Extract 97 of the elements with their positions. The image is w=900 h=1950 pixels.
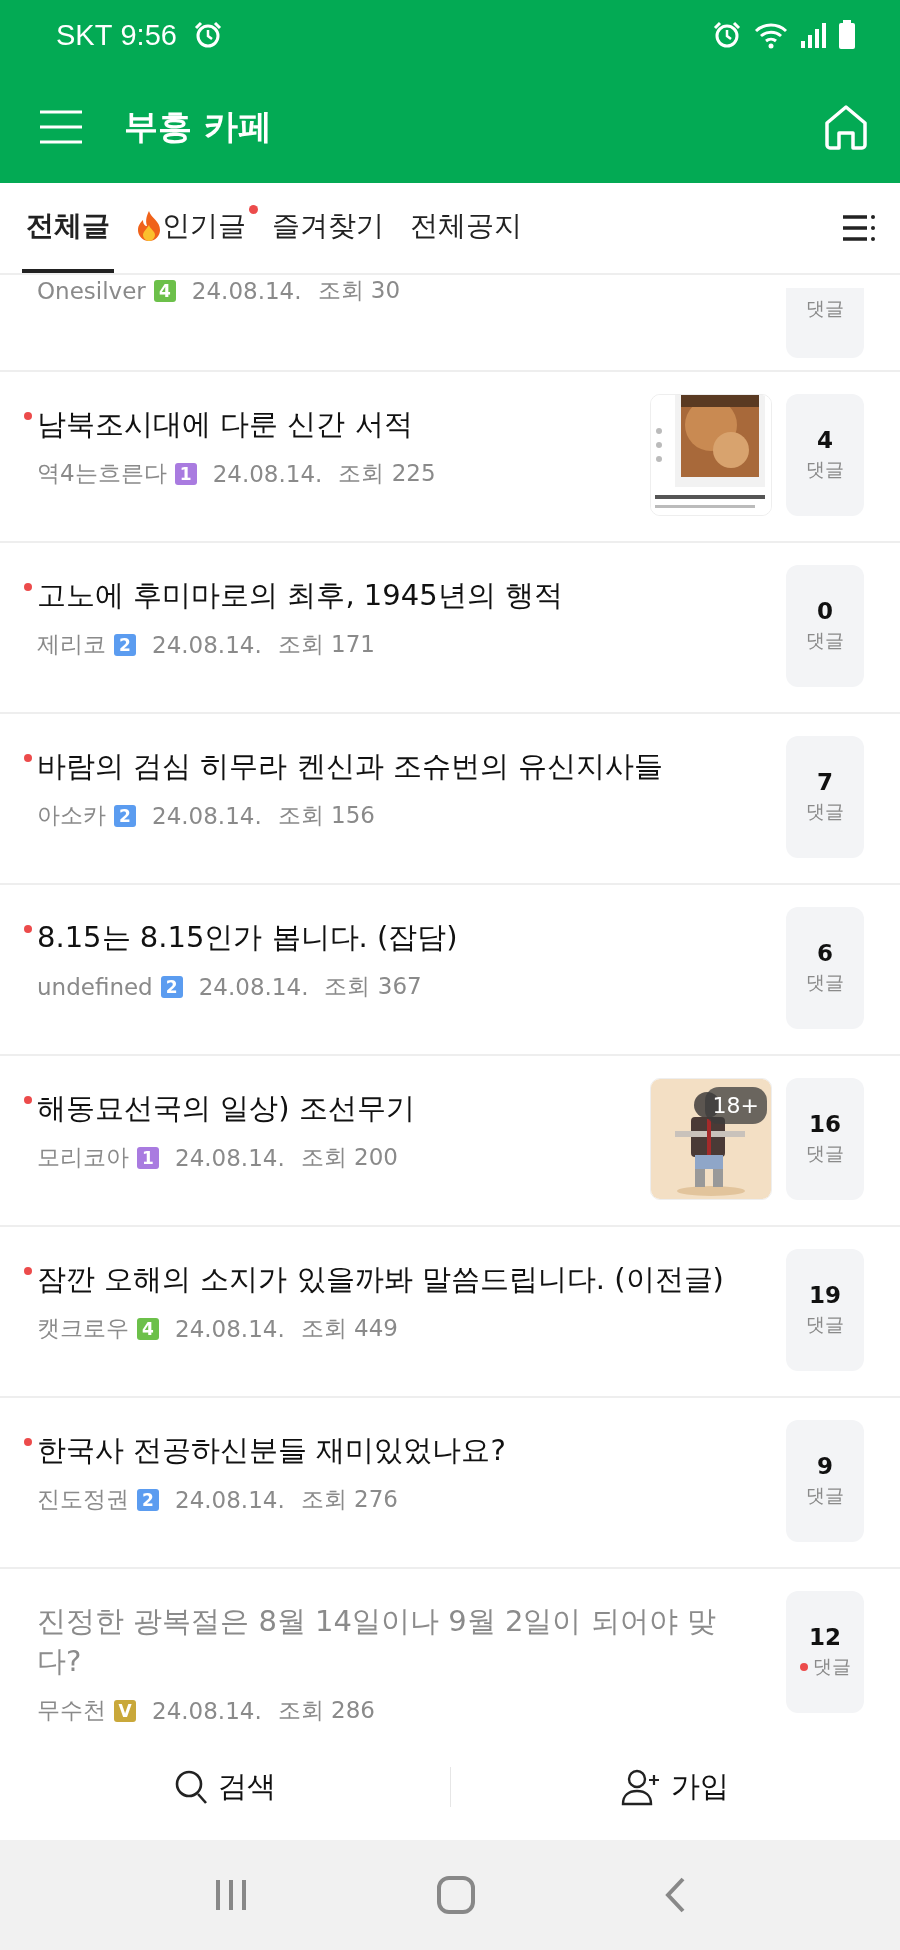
fire-icon (136, 210, 162, 242)
post-date: 24.08.14. (152, 1697, 262, 1724)
level-badge: V (114, 1699, 136, 1722)
search-button[interactable]: 검색 (0, 1734, 450, 1840)
home-nav-icon (437, 1876, 475, 1914)
tab[interactable]: 전체공지 (406, 183, 526, 273)
author-name: 아소카 (37, 801, 106, 830)
view-count: 조회 200 (300, 1143, 398, 1172)
home-button[interactable] (822, 102, 870, 151)
comment-count: 6 (817, 940, 833, 966)
add-user-icon (621, 1768, 662, 1806)
post-date: 24.08.14. (175, 1486, 285, 1513)
post-date: 24.08.14. (152, 802, 262, 829)
comment-box[interactable]: 19 댓글 (786, 1249, 864, 1371)
clock: 9:56 (120, 18, 177, 52)
post-date: 24.08.14. (175, 1144, 285, 1171)
post-title[interactable]: 해동묘선국의 일상) 조선무기 (37, 1088, 415, 1128)
cafe-title: 부흥 카페 (124, 104, 273, 148)
comment-label: 댓글 (806, 1312, 844, 1337)
comment-count: 12 (809, 1624, 841, 1650)
post-title[interactable]: 한국사 전공하신분들 재미있었나요? (37, 1430, 506, 1470)
comment-count: 16 (809, 1111, 841, 1137)
recent-apps-button[interactable] (214, 1878, 249, 1912)
alarm-icon (193, 20, 224, 50)
post-title[interactable]: 고노에 후미마로의 최후, 1945년의 행적 (37, 575, 563, 615)
comment-count: 4 (817, 427, 833, 453)
post-title[interactable]: 잠깐 오해의 소지가 있을까봐 말씀드립니다. (이전글) (37, 1259, 724, 1299)
comment-label: 댓글 (806, 1483, 844, 1508)
comment-count: 19 (809, 1282, 841, 1308)
tab[interactable]: 인기글 (132, 183, 250, 273)
level-badge: 2 (160, 975, 183, 998)
post-title[interactable]: 남북조시대에 다룬 신간 서적 (37, 404, 413, 444)
author-name: 역4는흐른다 (37, 459, 167, 488)
age-badge: 18+ (704, 1087, 767, 1124)
level-badge: 2 (114, 633, 136, 656)
comment-box[interactable]: 16 댓글 (786, 1078, 864, 1200)
post-date: 24.08.14. (191, 277, 302, 304)
back-button[interactable] (663, 1877, 686, 1913)
comment-box[interactable]: 9 댓글 (786, 1420, 864, 1542)
post-date: 24.08.14. (152, 631, 262, 658)
comment-box[interactable]: 12 댓글 (786, 1591, 864, 1713)
comment-box[interactable]: 7 댓글 (786, 736, 864, 858)
author-name: 진도정권 (37, 1485, 129, 1514)
join-button[interactable]: 가입 (450, 1734, 900, 1840)
comment-label: 댓글 (806, 296, 844, 321)
tab[interactable]: 즐겨찾기 (268, 183, 388, 273)
view-count: 조회 225 (338, 459, 436, 488)
author-name: 캣크로우 (37, 1314, 129, 1343)
wifi-icon (754, 21, 788, 49)
comment-label: 댓글 (806, 1141, 844, 1166)
comment-count: 9 (817, 1453, 833, 1479)
list-icon (842, 214, 876, 242)
view-count: 조회 156 (277, 801, 375, 830)
level-badge: 1 (174, 462, 197, 485)
level-badge: 4 (153, 279, 176, 302)
comment-count: 7 (817, 769, 833, 795)
alarm-icon (712, 20, 742, 50)
author-name: undefined (37, 973, 153, 1000)
level-badge: 4 (137, 1317, 159, 1340)
back-icon (663, 1877, 686, 1913)
tab[interactable]: 전체글 (22, 183, 114, 273)
comment-box[interactable]: 4 댓글 (786, 394, 864, 516)
post-date: 24.08.14. (212, 460, 323, 487)
home-icon (822, 102, 870, 151)
view-count: 조회 367 (324, 972, 422, 1001)
view-count: 조회 30 (317, 276, 401, 305)
comment-count: 0 (817, 598, 833, 624)
carrier: SKT (56, 18, 113, 52)
level-badge: 2 (114, 804, 136, 827)
author-name: 모리코아 (37, 1143, 129, 1172)
comment-label: 댓글 (806, 799, 844, 824)
view-count: 조회 171 (277, 630, 375, 659)
view-count: 조회 449 (300, 1314, 398, 1343)
search-icon (173, 1769, 208, 1805)
post-title[interactable]: 바람의 검심 히무라 켄신과 조슈번의 유신지사들 (37, 746, 664, 786)
comment-box[interactable]: 0 댓글 (786, 565, 864, 687)
author-name: 무수천 (37, 1696, 106, 1725)
home-nav-button[interactable] (437, 1876, 475, 1914)
view-count: 조회 286 (277, 1696, 375, 1725)
battery-icon (838, 20, 856, 50)
comment-label: 댓글 (806, 970, 844, 995)
comment-label: 댓글 (806, 457, 844, 482)
author-name: 제리코 (37, 630, 106, 659)
post-date: 24.08.14. (175, 1315, 285, 1342)
view-count: 조회 276 (300, 1485, 398, 1514)
menu-button[interactable] (38, 108, 84, 145)
post-date: 24.08.14. (198, 973, 309, 1000)
signal-icon (800, 21, 826, 49)
level-badge: 1 (137, 1146, 159, 1169)
post-title[interactable]: 8.15는 8.15인가 봅니다. (잡담) (37, 917, 458, 957)
recent-apps-icon (214, 1878, 249, 1912)
comment-label: 댓글 (812, 1654, 851, 1679)
comment-box[interactable]: 6 댓글 (786, 907, 864, 1029)
comment-label: 댓글 (806, 628, 844, 653)
menu-icon (38, 108, 84, 145)
level-badge: 2 (137, 1488, 159, 1511)
author-name: Onesilver (37, 277, 146, 304)
